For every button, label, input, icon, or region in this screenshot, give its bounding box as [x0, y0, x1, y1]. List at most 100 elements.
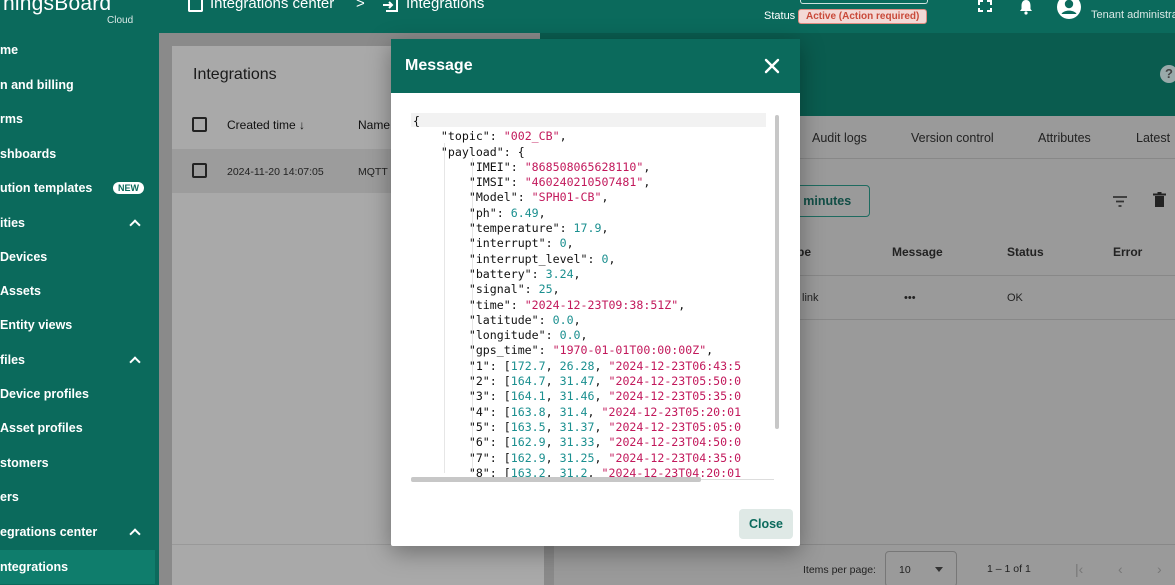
- json-token: ,: [594, 435, 609, 450]
- close-icon[interactable]: [763, 57, 781, 75]
- next-page-icon[interactable]: ›: [1157, 561, 1162, 577]
- sidebar-item-label: ers: [0, 490, 19, 504]
- sidebar-item-devices[interactable]: Devices: [0, 240, 155, 274]
- json-string: "1970-01-01T00:00:00Z": [552, 343, 707, 358]
- status-badge[interactable]: Active (Action required): [798, 9, 928, 24]
- json-line: "IMEI": "868508065628110",: [413, 160, 741, 175]
- json-number: 6.49: [510, 205, 539, 220]
- sidebar-item-profiles[interactable]: files: [0, 343, 155, 377]
- json-token: {: [413, 114, 420, 128]
- sidebar-item-entities[interactable]: ities: [0, 206, 155, 240]
- json-number: 31.33: [559, 435, 595, 450]
- json-number: 31.4: [559, 404, 588, 419]
- json-token: "Model":: [413, 190, 532, 205]
- filter-icon[interactable]: [1112, 196, 1128, 207]
- sidebar-item-integrations-center[interactable]: egrations center: [0, 515, 155, 549]
- tab-attributes[interactable]: Attributes: [1038, 131, 1091, 145]
- help-icon[interactable]: ?: [1160, 65, 1175, 83]
- json-string: "2024-12-23T05:20:01: [601, 404, 742, 419]
- json-token: ,: [601, 190, 609, 205]
- json-token: "latitude":: [413, 312, 553, 327]
- json-line: "6": [162.9, 31.33, "2024-12-23T04:50:0: [413, 435, 741, 450]
- json-token: ,: [594, 450, 609, 465]
- previous-page-icon[interactable]: ‹: [1118, 561, 1123, 577]
- first-page-icon[interactable]: |‹: [1075, 561, 1083, 577]
- items-per-page-select[interactable]: [885, 551, 957, 585]
- json-token: ,: [545, 358, 560, 373]
- delete-icon[interactable]: [1153, 192, 1166, 208]
- json-line: "2": [164.7, 31.47, "2024-12-23T05:50:0: [413, 374, 741, 389]
- sidebar-item-label: Assets: [0, 284, 41, 298]
- sidebar-item-asset-profiles[interactable]: Asset profiles: [0, 411, 155, 445]
- sidebar-item-label: Entity views: [0, 318, 73, 332]
- json-token: "time":: [413, 297, 525, 312]
- sidebar-item-customers[interactable]: stomers: [0, 446, 155, 480]
- json-token: ,: [601, 221, 609, 236]
- sidebar-item-label: me: [0, 43, 19, 57]
- sidebar-item-dashboards[interactable]: shboards: [0, 137, 155, 171]
- sidebar-item-device-profiles[interactable]: Device profiles: [0, 377, 155, 411]
- json-line: "longitude": 0.0,: [413, 328, 741, 343]
- json-token: "longitude":: [413, 328, 560, 343]
- fullscreen-icon[interactable]: [978, 0, 992, 12]
- breadcrumb-integrations: Integrations: [406, 0, 485, 12]
- app-logo[interactable]: ThingsBoard: [0, 0, 111, 16]
- tab-audit-logs[interactable]: Audit logs: [812, 131, 867, 145]
- json-number: 25: [538, 282, 553, 297]
- json-line: "Model": "SPH01-CB",: [413, 190, 741, 205]
- sidebar-item-solution-templates[interactable]: ution templates NEW: [0, 171, 155, 205]
- json-line: "temperature": 17.9,: [413, 221, 741, 236]
- horizontal-scrollbar[interactable]: [411, 477, 701, 482]
- json-token: ,: [587, 404, 602, 419]
- sidebar-item-label: Devices: [0, 250, 48, 264]
- json-token: ,: [594, 374, 609, 389]
- sidebar-item-alarms[interactable]: rms: [0, 102, 155, 136]
- json-line: "time": "2024-12-23T09:38:51Z",: [413, 298, 741, 313]
- json-token: "7": [: [413, 450, 511, 465]
- json-number: 3.24: [545, 266, 574, 281]
- more-horiz-icon[interactable]: •••: [904, 292, 916, 304]
- json-string: "2024-12-23T05:50:0: [608, 374, 742, 389]
- integrations-icon: [383, 0, 398, 12]
- json-line: "5": [163.5, 31.37, "2024-12-23T05:05:0: [413, 420, 741, 435]
- json-string: "2024-12-23T06:43:5: [608, 358, 742, 373]
- json-token: "ph":: [413, 205, 511, 220]
- json-viewer[interactable]: { "topic": "002_CB", "payload": { "IMEI"…: [411, 113, 781, 483]
- json-token: ,: [678, 297, 686, 312]
- dropdown-arrow-icon: [935, 567, 943, 572]
- sidebar-item-entity-views[interactable]: Entity views: [0, 308, 155, 342]
- breadcrumb-integrations-center[interactable]: Integrations center: [210, 0, 334, 12]
- sidebar-item-label: ntegrations: [0, 560, 69, 574]
- notifications-bell-icon[interactable]: [1018, 0, 1034, 15]
- sidebar-item-users[interactable]: ers: [0, 480, 155, 514]
- column-header-name[interactable]: Name: [358, 118, 390, 132]
- select-all-checkbox[interactable]: [192, 117, 207, 132]
- json-number: 164.7: [510, 374, 546, 389]
- json-token: "3": [: [413, 389, 511, 404]
- vertical-scrollbar[interactable]: [775, 115, 779, 429]
- items-per-page-label: Items per page:: [803, 564, 876, 576]
- sidebar-item-assets[interactable]: Assets: [0, 274, 155, 308]
- pagination-range: 1 – 1 of 1: [987, 563, 1031, 575]
- json-string: "2024-12-23T09:38:51Z": [524, 297, 679, 312]
- row-checkbox[interactable]: [192, 163, 207, 178]
- dialog-title: Message: [405, 57, 473, 74]
- row-name: MQTT: [358, 166, 388, 178]
- json-token: ,: [594, 389, 609, 404]
- tab-latest-telemetry[interactable]: Latest: [1136, 131, 1170, 145]
- close-button[interactable]: Close: [739, 509, 793, 539]
- user-avatar-icon[interactable]: [1056, 0, 1082, 20]
- json-line: "interrupt": 0,: [413, 236, 741, 251]
- column-header-created-time[interactable]: Created time ↓: [227, 118, 305, 132]
- json-token: ,: [545, 374, 560, 389]
- column-header-error[interactable]: Error: [1113, 245, 1142, 259]
- sidebar-item-plan-and-billing[interactable]: n and billing: [0, 68, 155, 102]
- tab-version-control[interactable]: Version control: [911, 131, 994, 145]
- sidebar-item-home[interactable]: me: [0, 33, 155, 67]
- json-token: "interrupt_level":: [413, 251, 602, 266]
- column-header-status[interactable]: Status: [1007, 245, 1044, 259]
- page-title: Integrations: [193, 66, 277, 83]
- column-header-message[interactable]: Message: [892, 245, 943, 259]
- sidebar-item-integrations[interactable]: ntegrations: [0, 550, 155, 584]
- sidebar-item-label: Device profiles: [0, 387, 89, 401]
